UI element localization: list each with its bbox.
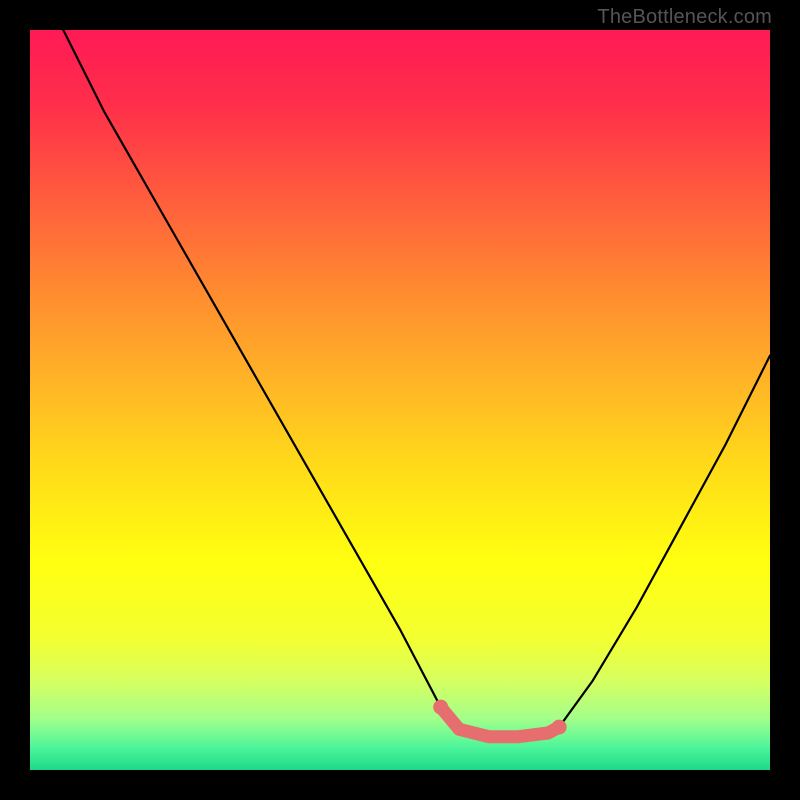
- chart-stage: TheBottleneck.com: [0, 0, 800, 800]
- bottleneck-curve: [63, 30, 770, 737]
- highlight-dot: [433, 700, 448, 715]
- watermark-text: TheBottleneck.com: [597, 6, 772, 29]
- highlight-dot: [552, 720, 567, 735]
- plot-area: [30, 30, 770, 770]
- curve-layer: [30, 30, 770, 770]
- highlight-band: [441, 707, 559, 737]
